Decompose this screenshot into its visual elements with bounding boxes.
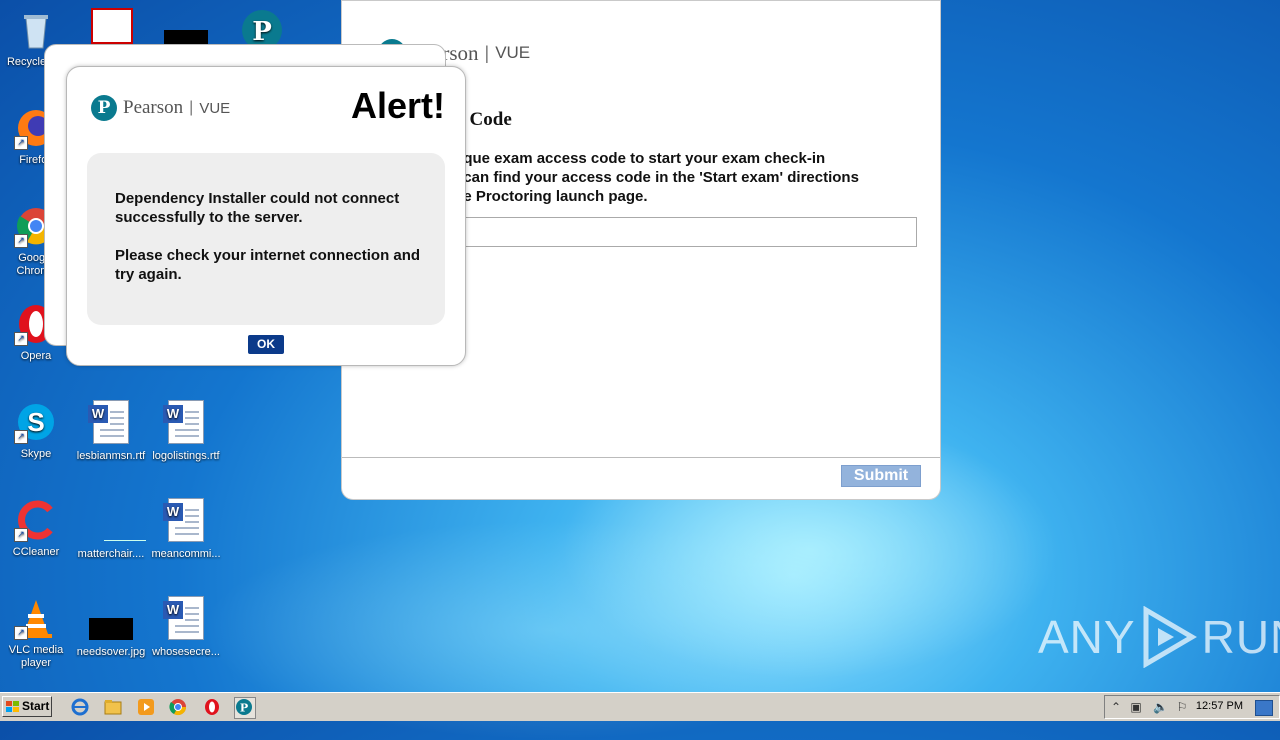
vlc-icon: ↗ (14, 596, 58, 640)
pearson-vue-logo: P Pearson | VUE (91, 95, 230, 121)
desktop-icon-label: lesbianmsn.rtf (76, 450, 146, 462)
alert-message-retry: Please check your internet connection an… (115, 247, 421, 283)
alert-title: Alert! (350, 85, 445, 126)
shortcut-arrow-icon: ↗ (14, 234, 28, 248)
logo-divider: | (189, 99, 194, 116)
desktop-icon-label: CCleaner (12, 546, 60, 558)
internet-explorer-icon[interactable] (70, 697, 90, 717)
opera-icon[interactable] (202, 697, 222, 717)
vue-logo-text: VUE (495, 43, 531, 62)
shortcut-arrow-icon: ↗ (14, 332, 28, 346)
desktop-icon-skype[interactable]: S ↗ Skype (0, 400, 72, 461)
anyrun-watermark: ANY RUN (1038, 606, 1280, 668)
pearson-logo-text: Pearson (123, 97, 184, 118)
shortcut-arrow-icon: ↗ (14, 528, 28, 542)
watermark-right-text: RUN (1201, 611, 1280, 663)
file-explorer-icon[interactable] (103, 697, 123, 717)
word-document-icon: W (163, 498, 204, 542)
skype-icon: S ↗ (14, 400, 58, 444)
volume-icon[interactable]: 🔈 (1153, 700, 1168, 714)
chrome-icon[interactable] (168, 697, 188, 717)
desktop-icon-label: logolistings.rtf (152, 450, 220, 462)
instruction-line: ine Proctoring launch page. (450, 188, 648, 205)
instruction-line: nique exam access code to start your exa… (450, 150, 826, 167)
desktop-icon-logolistings[interactable]: W logolistings.rtf (150, 400, 222, 463)
desktop-icon-whosesecre[interactable]: W whosesecre... (150, 596, 222, 659)
system-tray: ⌃ ▣ 🔈 ⚐ 12:57 PM (1104, 695, 1280, 719)
submit-button[interactable]: Submit (841, 465, 921, 487)
media-player-icon[interactable] (136, 697, 156, 717)
desktop-icon-label: whosesecre... (152, 646, 220, 658)
blank-file-icon (89, 498, 146, 542)
desktop-icon-label: Opera (20, 350, 52, 362)
black-image-icon (164, 30, 208, 44)
window-footer-divider (342, 457, 940, 458)
ok-button[interactable]: OK (248, 335, 284, 354)
svg-text:P: P (240, 702, 248, 715)
shortcut-arrow-icon: ↗ (14, 626, 28, 640)
desktop-icon-meancommi[interactable]: W meancommi... (150, 498, 222, 561)
alert-dialog: P Pearson | VUE Alert! Dependency Instal… (66, 66, 466, 366)
network-icon[interactable]: ▣ (1129, 700, 1143, 714)
pearson-logo-icon: P (91, 95, 117, 121)
play-logo-icon (1143, 606, 1197, 668)
word-document-icon: W (163, 400, 204, 444)
desktop-icon-label: needsover.jpg (76, 646, 146, 658)
taskbar: Start P ⌃ ▣ 🔈 ⚐ 12:57 PM (0, 692, 1280, 721)
vue-logo-text: VUE (199, 99, 231, 117)
watermark-left-text: ANY (1038, 611, 1136, 663)
acrobat-icon (91, 8, 133, 44)
desktop-icon-vlc[interactable]: ↗ VLC media player (0, 596, 72, 670)
word-document-icon: W (88, 400, 129, 444)
start-label: Start (22, 699, 50, 713)
shortcut-arrow-icon: ↗ (14, 430, 28, 444)
show-desktop-icon[interactable] (1255, 700, 1273, 716)
shortcut-arrow-icon: ↗ (14, 136, 28, 150)
image-file-icon (89, 596, 133, 640)
action-center-flag-icon[interactable]: ⚐ (1175, 700, 1189, 714)
svg-text:P: P (252, 17, 272, 47)
desktop-icon-matterchair[interactable]: matterchair.... (75, 498, 147, 561)
start-button[interactable]: Start (2, 696, 52, 717)
logo-divider: | (484, 42, 490, 63)
access-code-instructions: nique exam access code to start your exa… (450, 149, 1010, 206)
show-hidden-icons-icon[interactable]: ⌃ (1109, 700, 1123, 714)
desktop-icon-label: meancommi... (151, 548, 221, 560)
alert-message-box: Dependency Installer could not connect s… (87, 153, 445, 325)
desktop-icon-top-1[interactable] (76, 8, 148, 48)
desktop-icon-label: matterchair.... (77, 548, 145, 560)
instruction-line: u can find your access code in the 'Star… (450, 169, 859, 186)
svg-text:S: S (27, 407, 44, 437)
desktop-icon-ccleaner[interactable]: ↗ CCleaner (0, 498, 72, 559)
desktop-icon-lesbianmsn[interactable]: W lesbianmsn.rtf (75, 400, 147, 463)
desktop-icon-label: Skype (20, 448, 52, 460)
ccleaner-icon: ↗ (14, 498, 58, 542)
desktop-icon-label: VLC media player (8, 644, 64, 669)
windows-logo-icon (6, 701, 19, 712)
word-document-icon: W (163, 596, 204, 640)
pearson-vue-icon[interactable]: P (234, 697, 256, 719)
alert-message-connection: Dependency Installer could not connect s… (115, 190, 400, 226)
desktop-icon-needsover[interactable]: needsover.jpg (75, 596, 147, 659)
taskbar-clock[interactable]: 12:57 PM (1196, 700, 1243, 712)
